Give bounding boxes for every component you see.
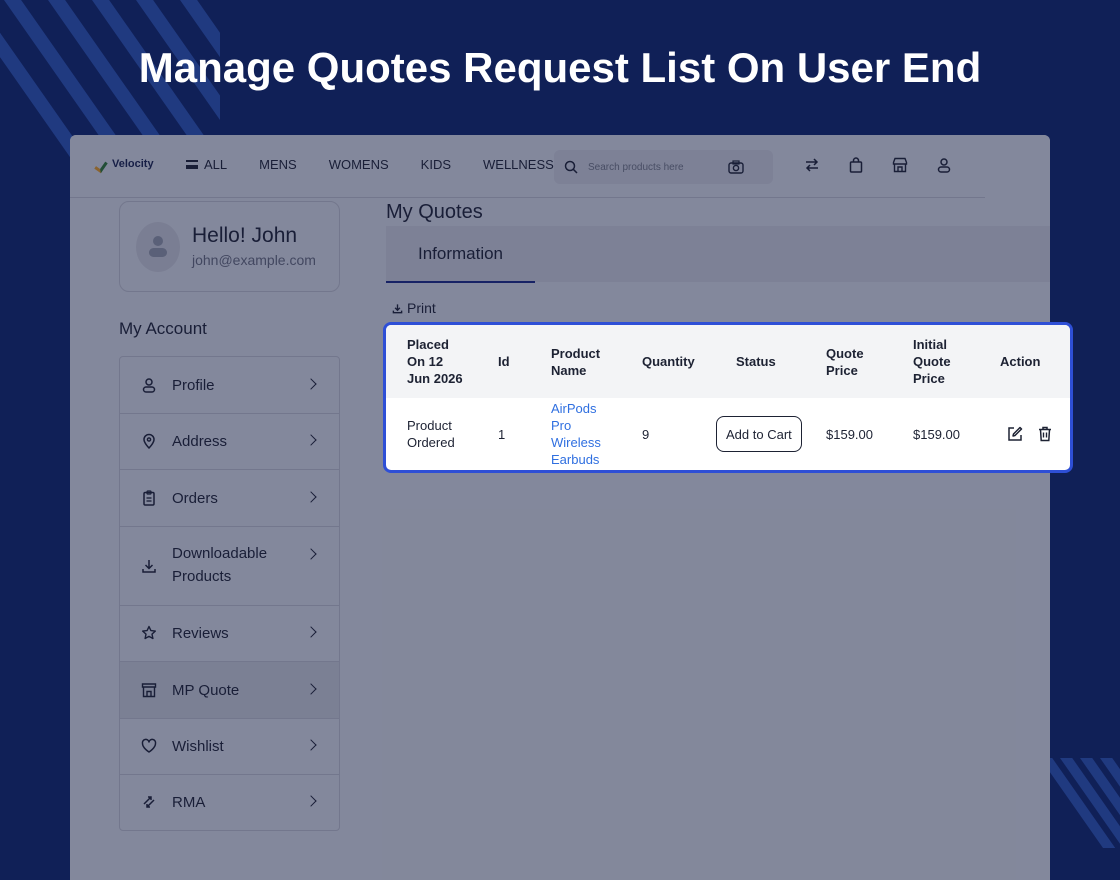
return-arrows-icon — [143, 796, 155, 808]
camera-icon[interactable] — [728, 160, 744, 174]
sidebar-item-label: RMA — [172, 794, 206, 811]
sidebar-item-label: Reviews — [172, 625, 229, 642]
sidebar-item-downloadable-products[interactable]: Downloadable Products — [120, 527, 339, 606]
star-icon — [142, 625, 156, 640]
clipboard-icon — [143, 490, 155, 506]
menu-icon — [186, 160, 198, 169]
nav-item-all[interactable]: ALL — [186, 157, 227, 172]
cell-quantity: 9 — [642, 426, 650, 442]
page-headline: Manage Quotes Request List On User End — [138, 44, 982, 91]
chevron-right-icon — [305, 626, 317, 638]
logo[interactable]: Velocity — [96, 158, 154, 170]
sidebar-item-orders[interactable]: Orders — [120, 470, 339, 527]
nav-item-wellness[interactable]: WELLNESS — [483, 157, 554, 172]
column-header-id: Id — [498, 354, 510, 369]
quotes-table: Placed On 12 Jun 2026 Id Product Name Qu… — [383, 322, 1073, 473]
chevron-right-icon — [305, 739, 317, 751]
column-header-status: Status — [736, 354, 776, 369]
top-navigation-bar: Velocity ALL MENS WOMENS KIDS WELLNESS — [70, 135, 985, 198]
sidebar-title: My Account — [119, 319, 207, 338]
chevron-right-icon — [305, 683, 317, 695]
column-header-quote-price: Quote Price — [826, 345, 864, 378]
column-header-action: Action — [1000, 354, 1041, 369]
decorative-stripes-bottom-right — [1040, 758, 1120, 848]
nav-item-kids[interactable]: KIDS — [421, 157, 451, 172]
compare-icon[interactable] — [804, 157, 820, 173]
chevron-right-icon — [305, 795, 317, 807]
account-menu: Profile Address Orders Downloadable Prod… — [119, 356, 340, 831]
tab-bar: Information — [386, 226, 1050, 283]
store-icon — [141, 683, 157, 698]
nav-item-mens[interactable]: MENS — [259, 157, 297, 172]
sidebar-item-label: Orders — [172, 490, 218, 507]
chevron-right-icon — [305, 378, 317, 390]
sidebar-item-label: MP Quote — [172, 682, 240, 699]
sidebar-item-reviews[interactable]: Reviews — [120, 606, 339, 662]
column-header-quantity: Quantity — [642, 354, 695, 369]
sidebar-item-label: Wishlist — [172, 738, 224, 755]
bag-icon[interactable] — [848, 157, 864, 173]
main-nav: ALL MENS WOMENS KIDS WELLNESS — [186, 157, 554, 172]
sidebar-item-profile[interactable]: Profile — [120, 357, 339, 414]
avatar — [136, 222, 180, 272]
nav-item-label: ALL — [204, 157, 228, 172]
user-icon[interactable] — [936, 157, 952, 173]
sidebar-item-label: Profile — [172, 377, 215, 394]
column-header-placed-on: Placed On 12 Jun 2026 — [407, 337, 463, 386]
cell-actions — [1006, 398, 1054, 470]
product-link[interactable]: AirPods Pro Wireless Earbuds — [551, 398, 611, 470]
sidebar-item-address[interactable]: Address — [120, 414, 339, 470]
download-icon — [392, 303, 403, 313]
nav-item-womens[interactable]: WOMENS — [329, 157, 389, 172]
cell-status: Add to Cart — [716, 398, 802, 470]
app-screenshot-frame: Velocity ALL MENS WOMENS KIDS WELLNESS H… — [70, 135, 1050, 880]
column-header-initial-quote-price: Initial Quote Price — [913, 337, 951, 386]
greeting-text: Hello! John — [192, 224, 298, 247]
sidebar-item-mp-quote[interactable]: MP Quote — [120, 662, 339, 719]
store-icon[interactable] — [892, 157, 908, 173]
print-label: Print — [407, 300, 436, 316]
search-icon — [564, 160, 578, 174]
cell-id: 1 — [498, 426, 506, 442]
user-icon — [142, 378, 156, 393]
tab-information[interactable]: Information — [386, 226, 535, 283]
logo-text: Velocity — [112, 158, 154, 170]
chevron-right-icon — [305, 434, 317, 446]
cell-quote-price: $159.00 — [826, 426, 873, 442]
cell-initial-quote-price: $159.00 — [913, 426, 960, 442]
logo-check-icon — [96, 158, 109, 170]
download-icon — [142, 560, 156, 573]
user-email: john@example.com — [192, 252, 316, 268]
heart-icon — [141, 738, 157, 753]
profile-card: Hello! John john@example.com — [119, 201, 340, 292]
sidebar-item-label: Address — [172, 433, 228, 450]
header-icons — [804, 157, 952, 173]
chevron-right-icon — [305, 548, 317, 560]
sidebar-item-label: Downloadable Products — [172, 545, 268, 585]
add-to-cart-button[interactable]: Add to Cart — [716, 416, 802, 452]
search-bar — [554, 150, 773, 184]
sidebar-item-rma[interactable]: RMA — [120, 775, 339, 830]
cell-placed-on: Product Ordered — [407, 418, 455, 450]
delete-icon[interactable] — [1036, 425, 1054, 443]
chevron-right-icon — [305, 491, 317, 503]
edit-icon[interactable] — [1006, 425, 1024, 443]
print-button[interactable]: Print — [392, 300, 436, 316]
search-input[interactable] — [588, 161, 728, 173]
location-pin-icon — [143, 433, 155, 449]
sidebar-item-wishlist[interactable]: Wishlist — [120, 719, 339, 775]
page-title: My Quotes — [386, 201, 483, 223]
column-header-product-name: Product Name — [551, 345, 601, 378]
